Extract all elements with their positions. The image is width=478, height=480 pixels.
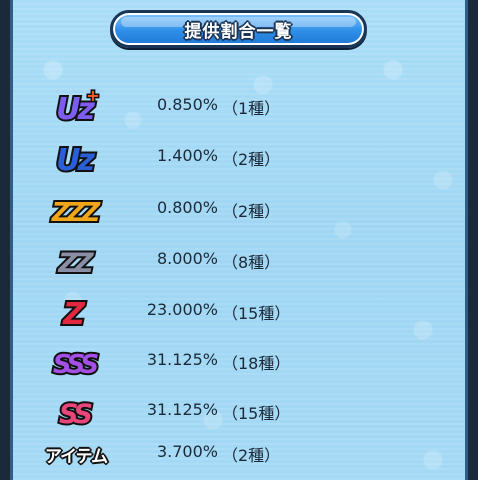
rate-row-uz: Uz 1.400% （2種） xyxy=(0,138,478,180)
rate-row-ss: SS 31.125% （15種） xyxy=(0,392,478,432)
rate-value: 3.700% xyxy=(156,442,218,461)
rate-value: 8.000% xyxy=(156,249,218,268)
rate-row-zzz: ZZZ 0.800% （2種） xyxy=(0,190,478,230)
svg-text:Z: Z xyxy=(62,297,86,332)
rate-value: 23.000% xyxy=(146,300,218,319)
page-title: 提供割合一覧 xyxy=(184,21,293,42)
sss-rank-icon: SSS xyxy=(46,342,106,382)
rate-list: Uz Uz + 0.850% （1種） Uz 1.400% （2種） ZZZ 0… xyxy=(0,0,478,480)
rate-row-item: アイテム 3.700% （2種） xyxy=(0,434,478,474)
variety-count: （2種） xyxy=(222,202,281,221)
rate-row-z: Z 23.000% （15種） xyxy=(0,292,478,334)
rate-value: 1.400% xyxy=(156,146,218,165)
variety-count: （15種） xyxy=(222,304,291,323)
rate-value: 0.800% xyxy=(156,198,218,217)
rate-row-zz: ZZ 8.000% （8種） xyxy=(0,241,478,281)
svg-text:Uz: Uz xyxy=(56,143,95,178)
rate-value: 31.125% xyxy=(146,400,218,419)
rate-value: 0.850% xyxy=(156,95,218,114)
zzz-rank-icon: ZZZ xyxy=(46,190,108,230)
rate-row-sss: SSS 31.125% （18種） xyxy=(0,342,478,382)
uz-plus-rank-icon: Uz Uz + xyxy=(46,85,106,130)
svg-text:SS: SS xyxy=(59,399,91,430)
variety-count: （18種） xyxy=(222,354,291,373)
svg-text:SSS: SSS xyxy=(53,350,99,380)
item-rank-icon: アイテム xyxy=(44,446,108,467)
ss-rank-icon: SS xyxy=(46,392,106,432)
variety-count: （15種） xyxy=(222,404,291,423)
zz-rank-icon: ZZ xyxy=(46,241,106,281)
z-rank-icon: Z xyxy=(46,292,106,334)
variety-count: （8種） xyxy=(222,253,281,272)
variety-count: （2種） xyxy=(222,150,281,169)
svg-text:ZZZ: ZZZ xyxy=(51,198,102,228)
variety-count: （2種） xyxy=(222,446,281,465)
uz-rank-icon: Uz xyxy=(46,138,106,180)
rate-row-uz-plus: Uz Uz + 0.850% （1種） xyxy=(0,85,478,130)
svg-text:ZZ: ZZ xyxy=(57,248,94,279)
svg-text:+: + xyxy=(86,86,99,105)
variety-count: （1種） xyxy=(222,99,281,118)
rate-value: 31.125% xyxy=(146,350,218,369)
